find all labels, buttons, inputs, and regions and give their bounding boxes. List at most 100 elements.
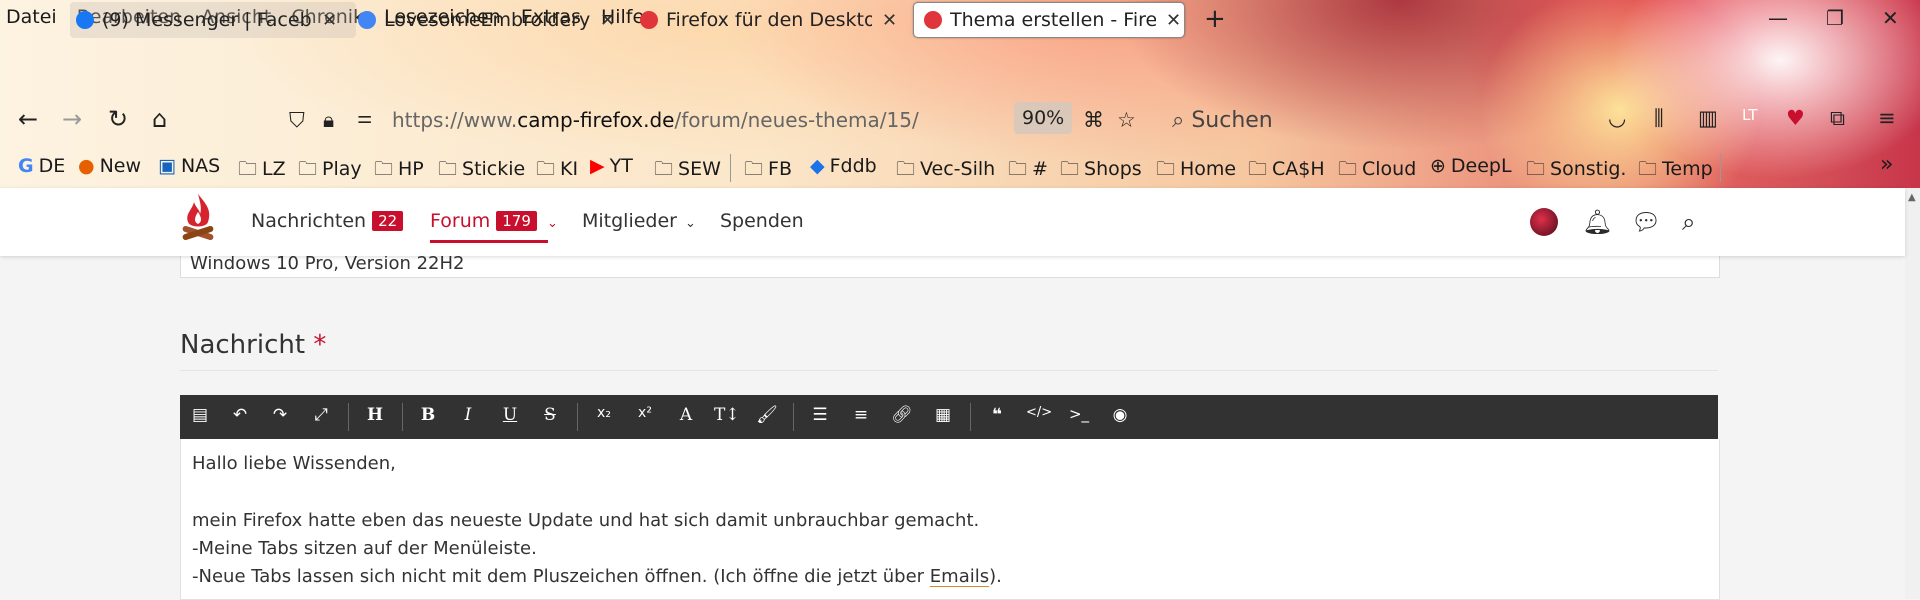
bookmark-cash[interactable]: 🗀 CA$H xyxy=(1248,155,1325,187)
library-icon[interactable]: ⫼ xyxy=(1654,106,1664,131)
message-label: Nachricht * xyxy=(180,330,327,360)
restore-icon[interactable]: ❐ xyxy=(1826,6,1844,30)
campfire-icon xyxy=(640,11,658,29)
close-tab-icon[interactable]: ✕ xyxy=(1166,10,1181,31)
campfire-icon xyxy=(924,11,942,29)
bookmark-star-icon[interactable]: ☆ xyxy=(1117,108,1136,132)
url-bar[interactable]: ⛉ 🔒︎ ⚌ https://www.camp-firefox.de/forum… xyxy=(283,97,1553,141)
forward-button[interactable]: → xyxy=(62,105,82,133)
page-scrollbar[interactable]: ▲ xyxy=(1905,188,1920,599)
languagetool-icon[interactable]: LT xyxy=(1742,106,1757,124)
avatar[interactable] xyxy=(1530,208,1558,236)
bookmark-vec-silh[interactable]: 🗀 Vec-Silh xyxy=(896,155,995,187)
table-icon[interactable]: ▦ xyxy=(931,405,955,425)
bookmark-ki[interactable]: 🗀 KI xyxy=(536,155,578,187)
fullscreen-icon[interactable]: ⤢ xyxy=(309,405,333,425)
bookmark-sonstig[interactable]: 🗀 Sonstig. xyxy=(1526,155,1626,187)
inline-code-icon[interactable]: </> xyxy=(1026,405,1052,420)
subscript-icon[interactable]: x₂ xyxy=(592,405,616,421)
url-text[interactable]: https://www.camp-firefox.de/forum/neues-… xyxy=(392,108,919,132)
text-color-brush-icon[interactable]: 🖌︎ xyxy=(755,405,779,425)
bookmark-de[interactable]: G DE xyxy=(18,155,65,177)
close-tab-icon[interactable]: ✕ xyxy=(322,10,337,31)
undo-icon[interactable]: ↶ xyxy=(228,405,252,425)
bookmark-play[interactable]: 🗀 Play xyxy=(298,155,362,187)
font-family-icon[interactable]: A xyxy=(674,405,698,425)
heading-icon[interactable]: H xyxy=(363,405,387,425)
more-bookmarks-chevron-icon[interactable]: » xyxy=(1880,152,1893,177)
sidebar-icon[interactable]: ▥ xyxy=(1698,106,1718,130)
underline-icon[interactable]: U xyxy=(498,405,522,425)
italic-icon[interactable]: I xyxy=(456,405,480,425)
emails-link[interactable]: Emails xyxy=(930,566,989,587)
source-code-icon[interactable]: ▤ xyxy=(188,405,212,425)
bookmark-cloud[interactable]: 🗀 Cloud xyxy=(1338,155,1416,187)
new-tab-button[interactable]: + xyxy=(1204,4,1226,34)
redo-icon[interactable]: ↷ xyxy=(268,405,292,425)
search-icon[interactable]: ⌕ xyxy=(1682,208,1695,236)
bookmark-deepl[interactable]: ⊕ DeepL xyxy=(1430,155,1512,177)
bookmark-hp[interactable]: 🗀 HP xyxy=(374,155,424,187)
scroll-up-icon[interactable]: ▲ xyxy=(1908,192,1916,203)
pocket-icon[interactable]: ◡ xyxy=(1608,106,1626,130)
app-menu-icon[interactable]: ≡ xyxy=(1878,106,1896,130)
bookmark-sew[interactable]: 🗀 SEW xyxy=(654,155,721,187)
folder-icon: 🗀 xyxy=(744,158,764,180)
search-input[interactable]: ⌕ Suchen xyxy=(1172,108,1273,133)
tab-firefox-desktop[interactable]: Firefox für den Desktop ✕ xyxy=(640,2,900,38)
bookmark-temp[interactable]: 🗀 Temp xyxy=(1638,155,1713,187)
close-window-icon[interactable]: ✕ xyxy=(1882,6,1899,30)
close-tab-icon[interactable]: ✕ xyxy=(600,10,615,31)
permissions-icon[interactable]: ⚌ xyxy=(357,108,372,128)
superscript-icon[interactable]: x² xyxy=(633,405,657,421)
bookmark-home[interactable]: 🗀 Home xyxy=(1156,155,1236,187)
folder-icon: 🗀 xyxy=(438,158,458,180)
minimize-icon[interactable]: — xyxy=(1768,6,1788,30)
bell-icon[interactable]: 🔔︎ xyxy=(1582,208,1612,236)
extensions-icon[interactable]: ⧉ xyxy=(1830,106,1845,131)
toolbar-separator xyxy=(970,403,971,431)
tab-lovesome[interactable]: LovesomeEmbroidery - ✕ xyxy=(358,2,620,38)
editor-toolbar: ▤ ↶ ↷ ⤢ H B I U S x₂ x² A T↕ 🖌︎ ☰ ≡ 🔗︎ ▦… xyxy=(180,395,1718,439)
bookmark-lz[interactable]: 🗀 LZ xyxy=(238,155,286,187)
bookmark-stickie[interactable]: 🗀 Stickie xyxy=(438,155,525,187)
bold-icon[interactable]: B xyxy=(416,405,440,425)
list-icon[interactable]: ☰ xyxy=(808,405,832,425)
code-block-icon[interactable]: >_ xyxy=(1067,405,1091,423)
bookmark-yt[interactable]: ▶ YT xyxy=(590,155,633,177)
shield-icon[interactable]: ⛉ xyxy=(289,108,305,133)
bookmark-new[interactable]: ● New xyxy=(78,155,141,177)
home-button[interactable]: ⌂ xyxy=(152,105,167,133)
bookmark-fddb[interactable]: ◆ Fddb xyxy=(810,155,877,177)
close-tab-icon[interactable]: ✕ xyxy=(882,10,897,31)
bookmark-nas[interactable]: ▣ NAS xyxy=(158,155,220,177)
link-icon[interactable]: 🔗︎ xyxy=(890,405,914,425)
campfire-logo-icon[interactable] xyxy=(178,192,218,246)
reload-button[interactable]: ↻ xyxy=(108,105,128,133)
quote-icon[interactable]: ❝ xyxy=(985,405,1009,425)
conversations-icon[interactable]: 💬︎ xyxy=(1631,208,1661,236)
font-size-icon[interactable]: T↕ xyxy=(714,405,740,425)
back-button[interactable]: ← xyxy=(18,105,38,133)
heart-extension-icon[interactable]: ♥ xyxy=(1786,106,1805,130)
strikethrough-icon[interactable]: S xyxy=(538,405,562,425)
translate-icon[interactable]: ⌘ xyxy=(1083,108,1104,132)
bookmark-hash[interactable]: 🗀 # xyxy=(1008,155,1048,187)
align-icon[interactable]: ≡ xyxy=(849,405,873,425)
bookmark-shops[interactable]: 🗀 Shops xyxy=(1060,155,1142,187)
bookmark-fb[interactable]: 🗀 FB xyxy=(744,155,792,187)
menu-datei[interactable]: Datei xyxy=(6,6,57,28)
spoiler-eye-icon[interactable]: ◉ xyxy=(1108,405,1132,425)
message-editor[interactable]: Hallo liebe Wissenden, mein Firefox hatt… xyxy=(180,439,1720,600)
nav-forum[interactable]: Forum 179 ⌄ xyxy=(430,210,558,232)
tab-messenger[interactable]: (9) Messenger | Facebook ✕ xyxy=(70,2,356,38)
tab-title: LovesomeEmbroidery - xyxy=(384,9,590,31)
tab-title: Thema erstellen - Firefox xyxy=(950,9,1156,31)
nav-nachrichten[interactable]: Nachrichten 22 xyxy=(251,210,404,232)
bookmark-separator xyxy=(730,154,731,182)
nav-spenden[interactable]: Spenden xyxy=(720,210,804,232)
tab-thema-erstellen[interactable]: Thema erstellen - Firefox ✕ xyxy=(913,2,1185,38)
lock-icon[interactable]: 🔒︎ xyxy=(323,108,334,133)
zoom-level[interactable]: 90% xyxy=(1014,102,1073,134)
nav-mitglieder[interactable]: Mitglieder ⌄ xyxy=(582,210,696,232)
